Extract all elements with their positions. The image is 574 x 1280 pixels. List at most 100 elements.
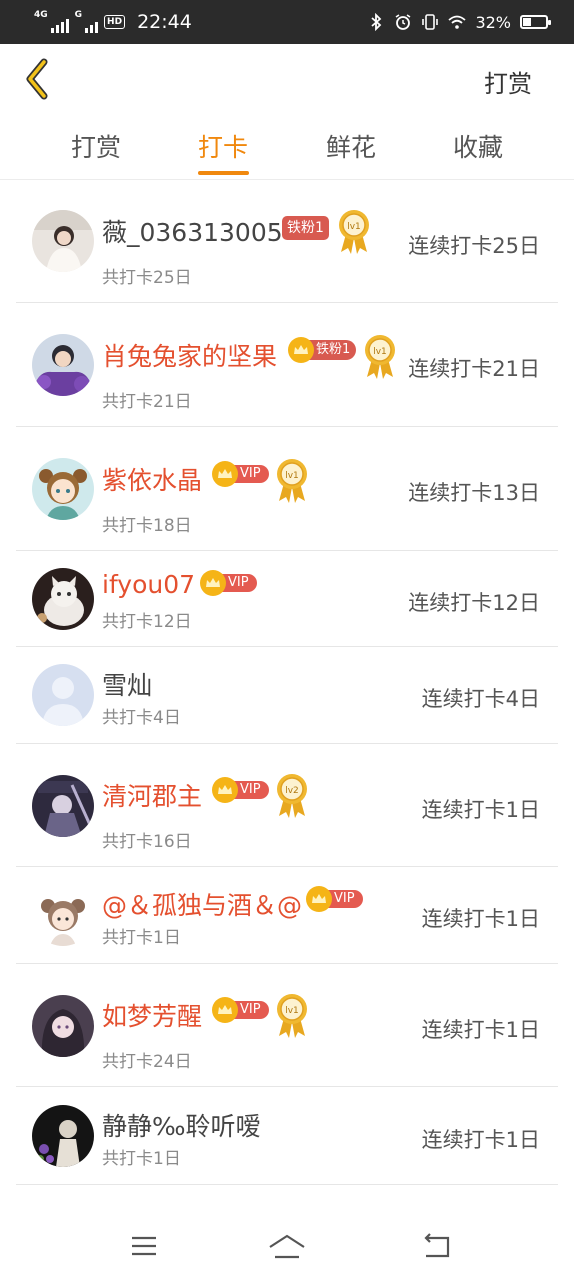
streak-count: 连续打卡4日 <box>421 687 540 711</box>
tab-checkin[interactable]: 打卡 <box>168 128 278 164</box>
back-nav-button[interactable] <box>418 1228 458 1264</box>
crown-icon <box>306 886 332 912</box>
status-bar-right: 32% <box>367 0 551 44</box>
level-medal-icon: lv1 <box>274 457 310 505</box>
user-name: 雪灿 <box>102 671 153 700</box>
list-item[interactable]: 肖兔兔家的坚果 铁粉1 lv1 共打卡21日 连续打卡21日 <box>16 303 558 427</box>
level-medal-icon: lv1 <box>336 208 372 256</box>
streak-count: 连续打卡1日 <box>421 798 540 822</box>
fan-badge: 铁粉1 <box>288 337 357 363</box>
active-tab-indicator <box>198 171 249 175</box>
battery-icon <box>520 15 551 29</box>
user-name: 静静‰聆听嗳 <box>102 1112 261 1141</box>
medal-level: lv1 <box>373 347 387 357</box>
user-name: 肖兔兔家的坚果 <box>102 342 278 371</box>
menu-button[interactable] <box>124 1228 164 1264</box>
crown-icon <box>212 777 238 803</box>
signal-icon: 4G <box>34 11 69 33</box>
avatar[interactable] <box>32 458 94 520</box>
wifi-icon <box>448 15 467 29</box>
avatar[interactable] <box>32 568 94 630</box>
vip-badge: VIP <box>212 461 269 487</box>
level-medal-icon: lv1 <box>362 333 398 381</box>
tab-reward[interactable]: 打赏 <box>41 128 151 164</box>
total-checkins: 共打卡18日 <box>102 516 192 536</box>
avatar[interactable] <box>32 884 94 946</box>
list-item[interactable]: 紫依水晶 VIP lv1 共打卡18日 连续打卡13日 <box>16 427 558 551</box>
list-item[interactable]: 如梦芳醒 VIP lv1 共打卡24日 连续打卡1日 <box>16 964 558 1087</box>
tab-favorites[interactable]: 收藏 <box>423 128 533 164</box>
crown-icon <box>212 997 238 1023</box>
total-checkins: 共打卡16日 <box>102 832 192 852</box>
crown-icon <box>288 337 314 363</box>
total-checkins: 共打卡24日 <box>102 1052 192 1072</box>
total-checkins: 共打卡12日 <box>102 612 192 632</box>
medal-level: lv1 <box>285 471 299 481</box>
medal-level: lv1 <box>347 222 361 232</box>
user-name: @＆孤独与酒＆@ <box>102 891 303 920</box>
fan-badge: 铁粉1 <box>282 216 329 240</box>
network-type-label-2: G <box>74 10 83 20</box>
streak-count: 连续打卡25日 <box>408 234 540 258</box>
home-icon <box>269 1234 305 1259</box>
medal-level: lv2 <box>285 786 299 796</box>
streak-count: 连续打卡1日 <box>421 907 540 931</box>
vibrate-icon <box>422 14 439 30</box>
network-type-label: 4G <box>34 10 48 20</box>
clock: 22:44 <box>137 11 192 33</box>
avatar[interactable] <box>32 210 94 272</box>
total-checkins: 共打卡4日 <box>102 708 181 728</box>
user-name: 薇_036313005 <box>102 218 283 247</box>
vip-badge: VIP <box>212 997 269 1023</box>
system-nav-bar <box>0 1210 574 1280</box>
avatar[interactable] <box>32 1105 94 1167</box>
back-icon <box>424 1233 450 1258</box>
crown-icon <box>212 461 238 487</box>
streak-count: 连续打卡21日 <box>408 357 540 381</box>
list-item[interactable]: 雪灿 共打卡4日 连续打卡4日 <box>16 647 558 744</box>
streak-count: 连续打卡1日 <box>421 1128 540 1152</box>
user-name: 如梦芳醒 <box>102 1002 203 1031</box>
streak-count: 连续打卡13日 <box>408 481 540 505</box>
list-item[interactable]: 清河郡主 VIP lv2 共打卡16日 连续打卡1日 <box>16 744 558 867</box>
list-item[interactable]: 静静‰聆听嗳 共打卡1日 连续打卡1日 <box>16 1087 558 1185</box>
signal-icon-secondary: G <box>74 10 99 33</box>
level-medal-icon: lv2 <box>274 772 310 820</box>
user-name: 紫依水晶 <box>102 466 203 495</box>
bluetooth-icon <box>371 13 382 31</box>
crown-icon <box>200 570 226 596</box>
total-checkins: 共打卡25日 <box>102 268 192 288</box>
user-name: ifyou07 <box>102 570 196 599</box>
streak-count: 连续打卡1日 <box>421 1018 540 1042</box>
home-button[interactable] <box>267 1228 307 1264</box>
status-bar-left: 4G G HD 22:44 <box>34 0 192 44</box>
back-button[interactable] <box>22 58 52 100</box>
vip-badge: VIP <box>212 777 269 803</box>
hd-icon: HD <box>104 15 126 29</box>
level-medal-icon: lv1 <box>274 992 310 1040</box>
alarm-icon <box>395 14 411 30</box>
reward-button[interactable]: 打赏 <box>484 64 532 99</box>
total-checkins: 共打卡1日 <box>102 1149 181 1169</box>
list-item[interactable]: @＆孤独与酒＆@ VIP 共打卡1日 连续打卡1日 <box>16 867 558 964</box>
avatar[interactable] <box>32 775 94 837</box>
medal-level: lv1 <box>285 1006 299 1016</box>
avatar[interactable] <box>32 664 94 726</box>
vip-badge: VIP <box>306 886 363 912</box>
streak-count: 连续打卡12日 <box>408 591 540 615</box>
list-item[interactable]: 薇_036313005 铁粉1 lv1 共打卡25日 连续打卡25日 <box>16 180 558 303</box>
tab-bar: 打赏 打卡 鲜花 收藏 <box>0 118 574 180</box>
default-avatar-icon <box>32 664 94 726</box>
chevron-left-icon <box>26 58 48 100</box>
avatar[interactable] <box>32 334 94 396</box>
user-name: 清河郡主 <box>102 782 203 811</box>
tab-flowers[interactable]: 鲜花 <box>296 128 406 164</box>
battery-percent: 32% <box>475 12 511 32</box>
avatar[interactable] <box>32 995 94 1057</box>
list-item[interactable]: ifyou07 VIP 共打卡12日 连续打卡12日 <box>16 551 558 647</box>
total-checkins: 共打卡1日 <box>102 928 181 948</box>
vip-badge: VIP <box>200 570 257 596</box>
menu-icon <box>132 1236 156 1256</box>
status-bar: 4G G HD 22:44 32% <box>0 0 574 44</box>
total-checkins: 共打卡21日 <box>102 392 192 412</box>
